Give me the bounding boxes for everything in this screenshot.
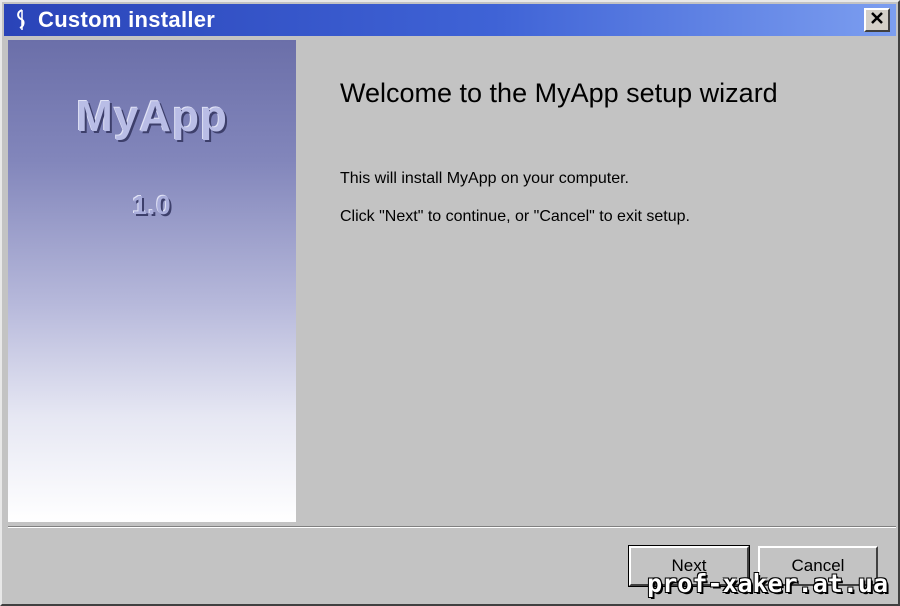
window-title: Custom installer (38, 7, 216, 32)
installer-window: Custom installer MyApp 1.0 Welcome to th… (0, 0, 900, 606)
banner-app-name: MyApp (76, 92, 228, 141)
install-description: This will install MyApp on your computer… (340, 170, 629, 187)
side-banner: MyApp 1.0 (8, 40, 296, 522)
title-bar[interactable]: Custom installer (4, 4, 896, 36)
page-title: Welcome to the MyApp setup wizard (340, 78, 778, 108)
button-separator (8, 526, 896, 528)
close-icon (870, 11, 884, 30)
site-watermark: prof-xaker.at.ua (647, 569, 888, 598)
wizard-content: Welcome to the MyApp setup wizard This w… (298, 40, 896, 522)
installer-icon (10, 7, 32, 33)
banner-version: 1.0 (132, 190, 172, 220)
close-button[interactable] (864, 8, 890, 32)
instruction-text: Click "Next" to continue, or "Cancel" to… (340, 208, 690, 225)
